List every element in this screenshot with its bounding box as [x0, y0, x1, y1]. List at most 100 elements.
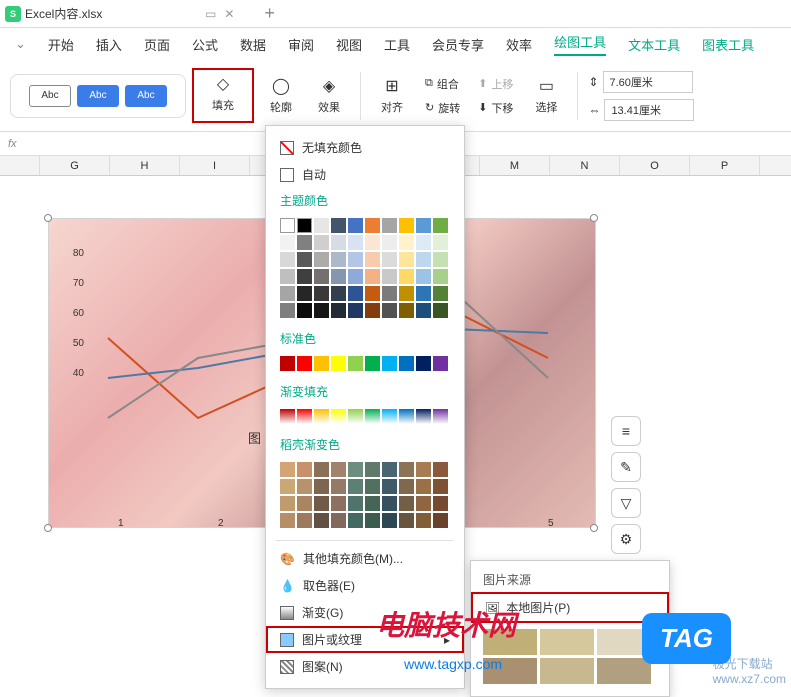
col-H[interactable]: H	[110, 156, 180, 175]
color-swatch[interactable]	[280, 235, 295, 250]
earth-swatch[interactable]	[348, 513, 363, 528]
color-swatch[interactable]	[348, 269, 363, 284]
earth-swatch[interactable]	[314, 513, 329, 528]
col-O[interactable]: O	[620, 156, 690, 175]
color-swatch[interactable]	[314, 356, 329, 371]
earth-swatch[interactable]	[382, 513, 397, 528]
gradient-swatch[interactable]	[348, 409, 363, 424]
more-colors-item[interactable]: 🎨 其他填充颜色(M)...	[266, 545, 464, 572]
color-swatch[interactable]	[416, 356, 431, 371]
color-swatch[interactable]	[433, 235, 448, 250]
earth-swatch[interactable]	[382, 479, 397, 494]
col-I[interactable]: I	[180, 156, 250, 175]
earth-swatch[interactable]	[365, 479, 380, 494]
earth-swatch[interactable]	[382, 496, 397, 511]
color-swatch[interactable]	[399, 252, 414, 267]
no-fill-item[interactable]: 无填充颜色	[266, 134, 464, 161]
color-swatch[interactable]	[365, 218, 380, 233]
color-swatch[interactable]	[348, 252, 363, 267]
earth-swatch[interactable]	[399, 496, 414, 511]
gradient-swatch[interactable]	[297, 409, 312, 424]
gradient-colors-grid[interactable]	[266, 405, 464, 432]
select-button[interactable]: ▭ 选择	[525, 70, 567, 121]
earth-swatch[interactable]	[416, 462, 431, 477]
color-swatch[interactable]	[280, 269, 295, 284]
menu-insert[interactable]: 插入	[96, 35, 122, 54]
eyedropper-item[interactable]: 💧 取色器(E)	[266, 572, 464, 599]
width-input[interactable]: 13.41厘米	[604, 99, 694, 121]
earth-swatch[interactable]	[280, 479, 295, 494]
color-swatch[interactable]	[399, 235, 414, 250]
fill-button[interactable]: ◇ 填充	[192, 68, 254, 123]
rotate-button[interactable]: ↻旋转	[419, 98, 466, 118]
color-swatch[interactable]	[433, 218, 448, 233]
corner[interactable]	[0, 156, 40, 175]
color-swatch[interactable]	[382, 235, 397, 250]
earth-swatch[interactable]	[331, 462, 346, 477]
col-N[interactable]: N	[550, 156, 620, 175]
earth-swatch[interactable]	[365, 496, 380, 511]
color-swatch[interactable]	[314, 218, 329, 233]
menu-formula[interactable]: 公式	[192, 35, 218, 54]
color-swatch[interactable]	[331, 252, 346, 267]
color-swatch[interactable]	[365, 356, 380, 371]
gradient-swatch[interactable]	[331, 409, 346, 424]
gradient-swatch[interactable]	[416, 409, 431, 424]
texture-swatch[interactable]	[540, 658, 594, 684]
shape-style-3[interactable]: Abc	[125, 85, 167, 107]
menu-start[interactable]: 开始	[48, 35, 74, 54]
combine-button[interactable]: ⧉组合	[419, 74, 466, 94]
color-swatch[interactable]	[433, 269, 448, 284]
color-swatch[interactable]	[297, 235, 312, 250]
color-swatch[interactable]	[297, 303, 312, 318]
menu-effect[interactable]: 效率	[506, 35, 532, 54]
earth-swatch[interactable]	[314, 496, 329, 511]
earth-swatch[interactable]	[348, 462, 363, 477]
col-P[interactable]: P	[690, 156, 760, 175]
gradient-swatch[interactable]	[365, 409, 380, 424]
earth-swatch[interactable]	[416, 496, 431, 511]
menu-data[interactable]: 数据	[240, 35, 266, 54]
col-M[interactable]: M	[480, 156, 550, 175]
color-swatch[interactable]	[297, 252, 312, 267]
color-swatch[interactable]	[365, 286, 380, 301]
earth-swatch[interactable]	[331, 479, 346, 494]
color-swatch[interactable]	[331, 286, 346, 301]
earth-swatch[interactable]	[399, 462, 414, 477]
color-swatch[interactable]	[382, 356, 397, 371]
moveup-button[interactable]: ⬆上移	[472, 74, 519, 94]
earth-swatch[interactable]	[416, 513, 431, 528]
menu-layout[interactable]: 页面	[144, 35, 170, 54]
earth-swatch[interactable]	[348, 479, 363, 494]
menu-view[interactable]: 视图	[336, 35, 362, 54]
col-G[interactable]: G	[40, 156, 110, 175]
color-swatch[interactable]	[382, 218, 397, 233]
standard-colors-grid[interactable]	[266, 352, 464, 379]
earth-swatch[interactable]	[399, 479, 414, 494]
earth-swatch[interactable]	[331, 496, 346, 511]
color-swatch[interactable]	[399, 303, 414, 318]
earth-gradient-grid[interactable]	[266, 458, 464, 536]
color-swatch[interactable]	[348, 218, 363, 233]
theme-colors-grid[interactable]	[266, 214, 464, 326]
earth-swatch[interactable]	[365, 462, 380, 477]
color-swatch[interactable]	[280, 218, 295, 233]
color-swatch[interactable]	[331, 235, 346, 250]
color-swatch[interactable]	[416, 218, 431, 233]
gradient-swatch[interactable]	[280, 409, 295, 424]
align-button[interactable]: ⊞ 对齐	[371, 70, 413, 121]
outline-button[interactable]: ◯ 轮廓	[260, 70, 302, 121]
color-swatch[interactable]	[314, 235, 329, 250]
color-swatch[interactable]	[399, 356, 414, 371]
shape-style-gallery[interactable]: Abc Abc Abc	[10, 74, 186, 118]
color-swatch[interactable]	[416, 252, 431, 267]
color-swatch[interactable]	[331, 356, 346, 371]
effects-button[interactable]: ◈ 效果	[308, 70, 350, 121]
color-swatch[interactable]	[314, 303, 329, 318]
color-swatch[interactable]	[314, 286, 329, 301]
earth-swatch[interactable]	[297, 462, 312, 477]
menu-review[interactable]: 审阅	[288, 35, 314, 54]
earth-swatch[interactable]	[365, 513, 380, 528]
earth-swatch[interactable]	[433, 496, 448, 511]
color-swatch[interactable]	[280, 356, 295, 371]
